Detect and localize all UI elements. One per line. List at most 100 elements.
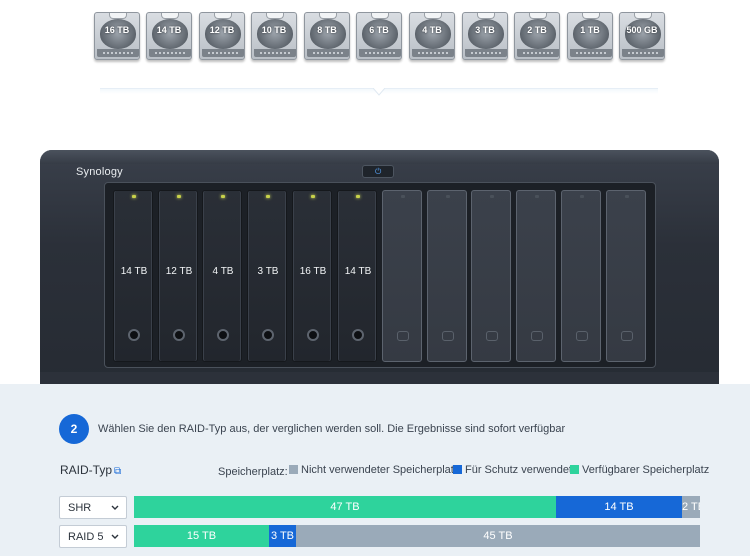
step-instruction: Wählen Sie den RAID-Typ aus, der verglic…	[98, 423, 566, 435]
legend-swatch	[289, 465, 298, 474]
legend-item-available: Verfügbarer Speicherplatz	[570, 464, 709, 478]
legend-label: Verfügbarer Speicherplatz	[582, 464, 710, 476]
bay-capacity: 12 TB	[165, 266, 193, 277]
status-led	[177, 195, 181, 198]
drive-tile-1tb[interactable]: 1 TB	[567, 12, 613, 62]
drive-tile-label: 14 TB	[156, 25, 182, 35]
power-button[interactable]: ⏻	[362, 165, 394, 178]
bay-capacity: 4 TB	[212, 266, 234, 277]
status-led	[311, 195, 315, 198]
drive-tile-500gb[interactable]: 500 GB	[619, 12, 665, 62]
drive-tile-3tb[interactable]: 3 TB	[462, 12, 508, 62]
hard-drive-icon	[251, 12, 297, 60]
capacity-segment-protection: 3 TB	[269, 525, 296, 547]
hard-drive-icon	[514, 12, 560, 60]
raid-type-link[interactable]: RAID-Typ ⧉	[60, 463, 121, 477]
status-led	[132, 195, 136, 198]
caret-down-icon	[373, 88, 385, 96]
bay-latch	[397, 331, 409, 341]
drive-tile-label: 4 TB	[422, 25, 442, 35]
drive-picker: 16 TB 14 TB 12 TB 10 TB 8 TB 6 TB 4 TB 3…	[94, 12, 665, 62]
bay-capacity: 14 TB	[344, 266, 372, 277]
drive-tile-label: 6 TB	[369, 25, 389, 35]
bay-latch	[307, 329, 319, 341]
drive-tile-16tb[interactable]: 16 TB	[94, 12, 140, 62]
drive-bay-12[interactable]	[606, 190, 646, 362]
raid-type-label: RAID-Typ	[60, 463, 113, 477]
bay-latch	[621, 331, 633, 341]
drive-tile-14tb[interactable]: 14 TB	[146, 12, 192, 62]
drive-bay-11[interactable]	[561, 190, 601, 362]
bay-latch	[486, 331, 498, 341]
legend-swatch	[453, 465, 462, 474]
capacity-segment-available: 15 TB	[134, 525, 269, 547]
chevron-down-icon	[111, 534, 119, 539]
status-led	[580, 195, 584, 198]
status-led	[266, 195, 270, 198]
drive-tile-12tb[interactable]: 12 TB	[199, 12, 245, 62]
drive-tile-label: 12 TB	[209, 25, 235, 35]
status-led	[401, 195, 405, 198]
raid-type-select-2[interactable]: RAID 5	[59, 525, 127, 548]
legend-label: Nicht verwendeter Speicherplatz	[301, 464, 460, 476]
drive-bay-4[interactable]: 3 TB	[247, 190, 287, 362]
raid-type-select-1[interactable]: SHR	[59, 496, 127, 519]
select-value: SHR	[68, 502, 92, 514]
legend-label: Für Schutz verwendet	[465, 464, 572, 476]
drive-tile-label: 1 TB	[580, 25, 600, 35]
bay-capacity: 14 TB	[120, 266, 148, 277]
legend-item-unused: Nicht verwendeter Speicherplatz	[289, 464, 459, 478]
legend-title: Speicherplatz:	[218, 466, 288, 478]
drive-tile-10tb[interactable]: 10 TB	[251, 12, 297, 62]
status-led	[221, 195, 225, 198]
drive-tile-label: 10 TB	[261, 25, 287, 35]
bay-latch	[262, 329, 274, 341]
capacity-segment-unused: 45 TB	[296, 525, 700, 547]
status-led	[490, 195, 494, 198]
bay-latch	[531, 331, 543, 341]
capacity-segment-unused: 2 TB	[682, 496, 700, 518]
drive-bay-3[interactable]: 4 TB	[202, 190, 242, 362]
drive-bay-1[interactable]: 14 TB	[113, 190, 153, 362]
bay-latch	[442, 331, 454, 341]
hard-drive-icon	[462, 12, 508, 60]
legend-swatch	[570, 465, 579, 474]
drive-bay-9[interactable]	[471, 190, 511, 362]
bay-latch	[352, 329, 364, 341]
bay-latch	[576, 331, 588, 341]
drive-tile-2tb[interactable]: 2 TB	[514, 12, 560, 62]
status-led	[535, 195, 539, 198]
status-led	[625, 195, 629, 198]
drive-bay-2[interactable]: 12 TB	[158, 190, 198, 362]
bay-latch	[128, 329, 140, 341]
drive-bay-7[interactable]	[382, 190, 422, 362]
hard-drive-icon	[199, 12, 245, 60]
drive-bay-5[interactable]: 16 TB	[292, 190, 332, 362]
drive-tile-label: 500 GB	[626, 25, 658, 35]
capacity-bar-2: 15 TB 3 TB 45 TB	[134, 525, 700, 547]
select-value: RAID 5	[68, 531, 104, 543]
capacity-bar-1: 47 TB14 TB2 TB	[134, 496, 700, 518]
status-led	[446, 195, 450, 198]
drive-tile-label: 16 TB	[104, 25, 130, 35]
brand-logo: Synology	[76, 166, 123, 178]
hard-drive-icon	[567, 12, 613, 60]
external-link-icon: ⧉	[114, 466, 122, 477]
power-icon: ⏻	[375, 167, 382, 176]
capacity-segment-protection: 14 TB	[556, 496, 682, 518]
bay-latch	[173, 329, 185, 341]
drive-tile-6tb[interactable]: 6 TB	[356, 12, 402, 62]
drive-bay-6[interactable]: 14 TB	[337, 190, 377, 362]
hard-drive-icon	[619, 12, 665, 60]
drive-bay-10[interactable]	[516, 190, 556, 362]
legend-item-protection: Für Schutz verwendet	[453, 464, 572, 478]
drive-tile-8tb[interactable]: 8 TB	[304, 12, 350, 62]
chevron-down-icon	[111, 505, 119, 510]
drive-tile-4tb[interactable]: 4 TB	[409, 12, 455, 62]
bay-latch	[217, 329, 229, 341]
drive-tile-label: 2 TB	[527, 25, 547, 35]
drive-bay-8[interactable]	[427, 190, 467, 362]
capacity-segment-available: 47 TB	[134, 496, 556, 518]
hard-drive-icon	[409, 12, 455, 60]
hard-drive-icon	[356, 12, 402, 60]
